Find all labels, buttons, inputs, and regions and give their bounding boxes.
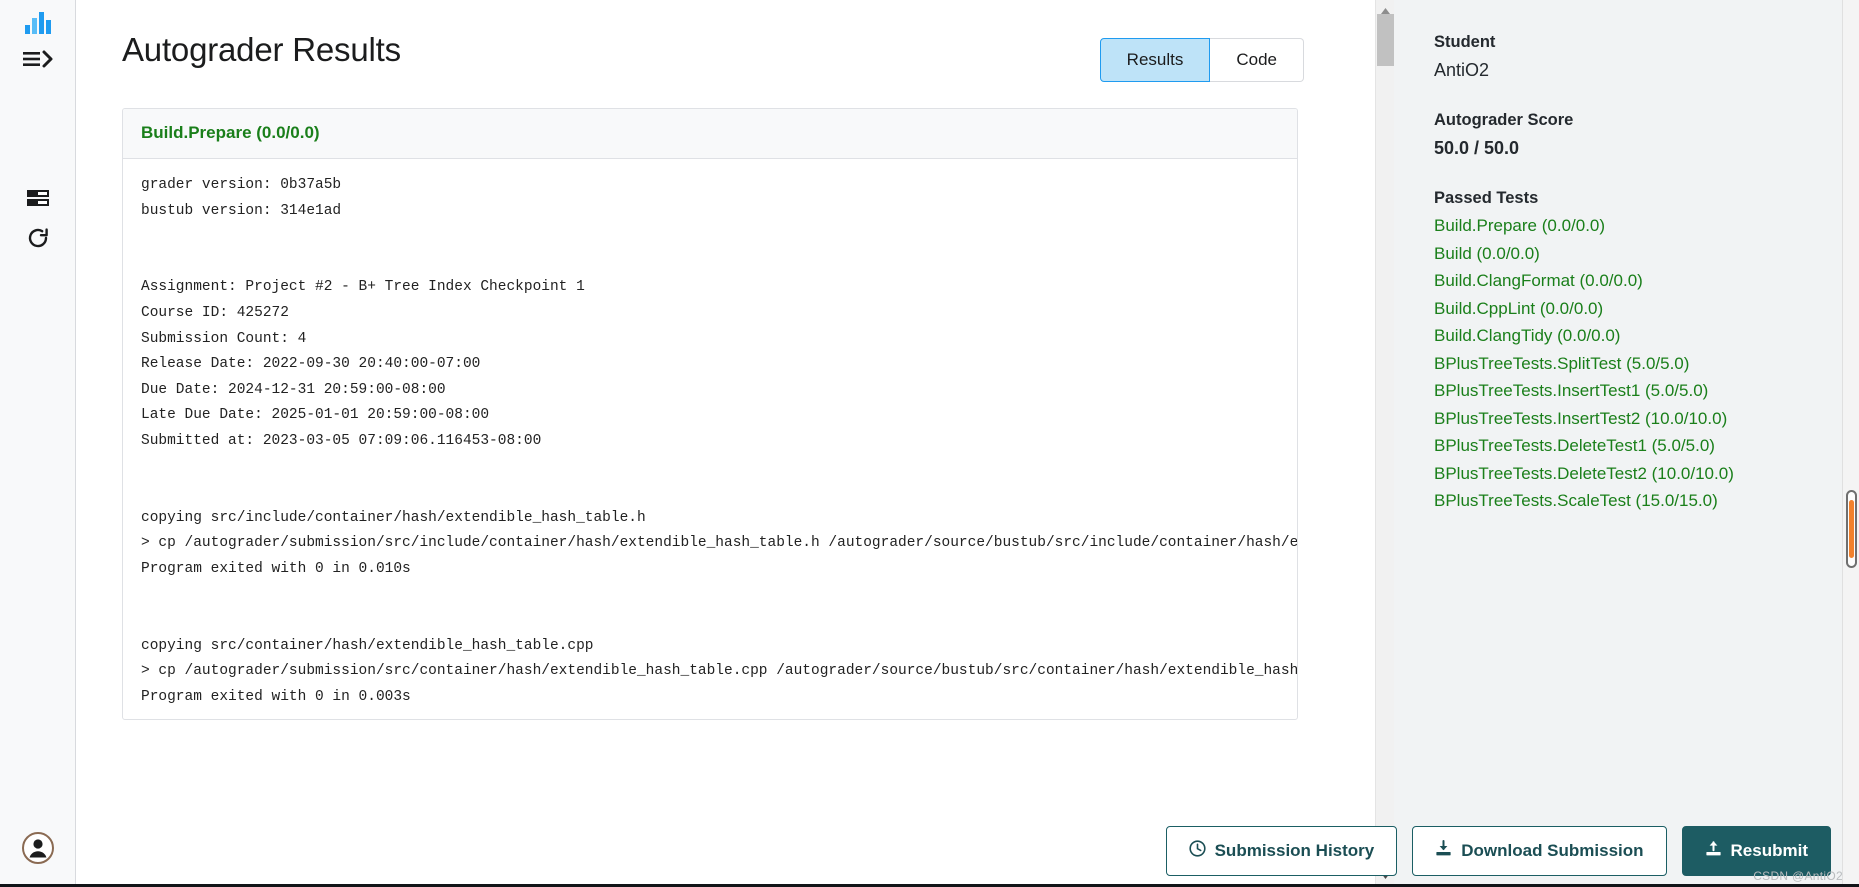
log-line: copying src/container/hash/extendible_ha…	[141, 634, 1279, 660]
upload-icon	[1705, 840, 1722, 862]
passed-test-item[interactable]: Build.CppLint (0.0/0.0)	[1434, 295, 1829, 323]
score-group: Autograder Score 50.0 / 50.0	[1434, 110, 1829, 161]
test-result-panel: Build.Prepare (0.0/0.0) grader version: …	[122, 108, 1298, 720]
log-line: Program exited with 0 in 0.003s	[141, 685, 1279, 711]
log-blank-line	[141, 582, 1279, 608]
passed-test-item[interactable]: BPlusTreeTests.InsertTest2 (10.0/10.0)	[1434, 405, 1829, 433]
passed-test-item[interactable]: BPlusTreeTests.DeleteTest2 (10.0/10.0)	[1434, 460, 1829, 488]
log-line: > cp /autograder/submission/src/containe…	[141, 659, 1279, 685]
submission-history-button[interactable]: Submission History	[1166, 826, 1398, 876]
download-icon	[1435, 840, 1452, 862]
download-submission-button[interactable]: Download Submission	[1412, 826, 1666, 876]
passed-test-item[interactable]: BPlusTreeTests.DeleteTest1 (5.0/5.0)	[1434, 432, 1829, 460]
log-line: > cp /autograder/submission/src/include/…	[141, 531, 1279, 557]
clock-icon	[1189, 840, 1206, 862]
resubmit-label: Resubmit	[1731, 842, 1808, 861]
resubmit-button[interactable]: Resubmit	[1682, 826, 1831, 876]
log-blank-line	[141, 454, 1279, 480]
log-line: Course ID: 425272	[141, 301, 1279, 327]
log-blank-line	[141, 250, 1279, 276]
autograder-results-page: Autograder Results Results Code Build.Pr…	[0, 0, 1859, 887]
log-blank-line	[141, 224, 1279, 250]
student-label: Student	[1434, 32, 1829, 53]
submission-history-label: Submission History	[1215, 842, 1375, 861]
log-blank-line	[141, 480, 1279, 506]
page-title: Autograder Results	[122, 30, 401, 70]
page-scrollbar[interactable]	[1842, 0, 1859, 887]
test-result-header[interactable]: Build.Prepare (0.0/0.0)	[123, 109, 1297, 159]
log-line: Due Date: 2024-12-31 20:59:00-08:00	[141, 378, 1279, 404]
view-tabs: Results Code	[1100, 38, 1304, 82]
student-group: Student AntiO2	[1434, 32, 1829, 83]
main-scroll-area: Autograder Results Results Code Build.Pr…	[76, 0, 1394, 887]
autograder-score-value: 50.0 / 50.0	[1434, 137, 1829, 160]
log-line: Submission Count: 4	[141, 327, 1279, 353]
passed-test-item[interactable]: Build.ClangFormat (0.0/0.0)	[1434, 267, 1829, 295]
menu-expand-icon[interactable]	[21, 44, 55, 74]
log-line: copying src/include/container/hash/exten…	[141, 506, 1279, 532]
test-result-title: Build.Prepare (0.0/0.0)	[141, 123, 1279, 143]
page-scrollbar-thumb[interactable]	[1849, 500, 1854, 558]
log-line: Release Date: 2022-09-30 20:40:00-07:00	[141, 352, 1279, 378]
refresh-icon[interactable]	[18, 218, 58, 258]
autograder-score-label: Autograder Score	[1434, 110, 1829, 131]
passed-test-item[interactable]: Build.Prepare (0.0/0.0)	[1434, 212, 1829, 240]
passed-test-item[interactable]: BPlusTreeTests.ScaleTest (15.0/15.0)	[1434, 487, 1829, 515]
student-name: AntiO2	[1434, 59, 1829, 82]
passed-test-item[interactable]: Build.ClangTidy (0.0/0.0)	[1434, 322, 1829, 350]
test-output-log: grader version: 0b37a5bbustub version: 3…	[123, 159, 1297, 719]
tab-code[interactable]: Code	[1210, 38, 1304, 82]
passed-test-item[interactable]: BPlusTreeTests.InsertTest1 (5.0/5.0)	[1434, 377, 1829, 405]
content-scrollbar[interactable]	[1375, 0, 1394, 887]
log-blank-line	[141, 608, 1279, 634]
log-line: Assignment: Project #2 - B+ Tree Index C…	[141, 275, 1279, 301]
bar-chart-logo-icon[interactable]	[24, 6, 52, 40]
passed-tests-list: Build.Prepare (0.0/0.0)Build (0.0/0.0)Bu…	[1434, 212, 1829, 515]
log-line: Late Due Date: 2025-01-01 20:59:00-08:00	[141, 403, 1279, 429]
user-account-icon[interactable]	[0, 831, 75, 865]
log-line: Program exited with 0 in 0.010s	[141, 557, 1279, 583]
log-line: Submitted at: 2023-03-05 07:09:06.116453…	[141, 429, 1279, 455]
log-blank-line	[141, 710, 1279, 719]
passed-tests-group: Passed Tests Build.Prepare (0.0/0.0)Buil…	[1434, 188, 1829, 515]
download-submission-label: Download Submission	[1461, 842, 1643, 861]
summary-sidebar: Student AntiO2 Autograder Score 50.0 / 5…	[1394, 0, 1859, 887]
passed-test-item[interactable]: Build (0.0/0.0)	[1434, 240, 1829, 268]
main-column: Autograder Results Results Code Build.Pr…	[76, 0, 1394, 887]
content-scrollbar-thumb[interactable]	[1377, 14, 1394, 66]
tab-results[interactable]: Results	[1100, 38, 1211, 82]
left-rail	[0, 0, 76, 887]
passed-test-item[interactable]: BPlusTreeTests.SplitTest (5.0/5.0)	[1434, 350, 1829, 378]
passed-tests-label: Passed Tests	[1434, 188, 1829, 209]
header-row: Autograder Results Results Code	[76, 0, 1394, 82]
server-list-icon[interactable]	[18, 178, 58, 218]
results-panel-wrap: Build.Prepare (0.0/0.0) grader version: …	[76, 82, 1394, 720]
log-line: bustub version: 314e1ad	[141, 199, 1279, 225]
log-line: grader version: 0b37a5b	[141, 173, 1279, 199]
